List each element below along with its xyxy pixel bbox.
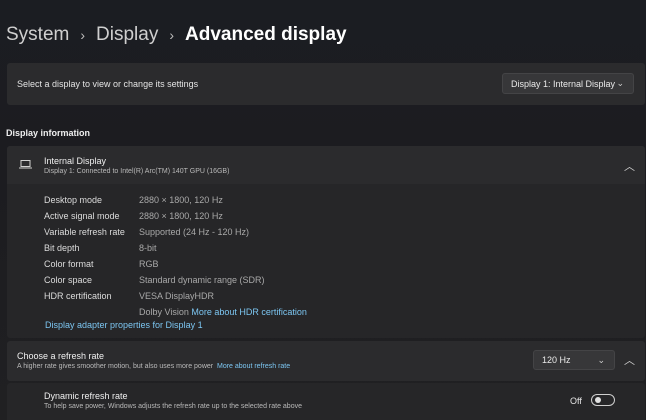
refresh-rate-card: Choose a refresh rate A higher rate give… bbox=[7, 341, 645, 381]
chevron-up-icon[interactable]: ︿ bbox=[624, 158, 635, 174]
display-dropdown-value: Display 1: Internal Display bbox=[511, 78, 616, 89]
property-label: Desktop mode bbox=[44, 195, 103, 205]
refresh-rate-dropdown[interactable]: 120 Hz ⌄ bbox=[533, 350, 615, 370]
refresh-rate-link[interactable]: More about refresh rate bbox=[217, 363, 290, 370]
display-connection: Display 1: Connected to Intel(R) Arc(TM)… bbox=[44, 168, 230, 175]
refresh-rate-title: Choose a refresh rate bbox=[17, 351, 105, 361]
window-control-maximize-icon[interactable]: ▫ bbox=[632, 0, 636, 5]
dynamic-refresh-description: To help save power, Windows adjusts the … bbox=[44, 403, 302, 410]
refresh-rate-description: A higher rate gives smoother motion, but… bbox=[17, 363, 290, 370]
dynamic-refresh-toggle[interactable] bbox=[591, 394, 615, 406]
window-control-minimize-icon[interactable]: – bbox=[610, 0, 616, 5]
dynamic-refresh-card: Dynamic refresh rate To help save power,… bbox=[7, 383, 645, 420]
property-label: Bit depth bbox=[44, 243, 80, 253]
display-selector-card: Select a display to view or change its s… bbox=[7, 63, 645, 105]
dynamic-refresh-title: Dynamic refresh rate bbox=[44, 391, 128, 401]
display-name: Internal Display bbox=[44, 156, 107, 166]
breadcrumb-display[interactable]: Display bbox=[96, 24, 158, 46]
breadcrumb: System › Display › Advanced display bbox=[6, 24, 347, 46]
display-information-header[interactable]: Internal Display Display 1: Connected to… bbox=[7, 146, 645, 184]
display-selector-label: Select a display to view or change its s… bbox=[17, 79, 199, 89]
property-value: Standard dynamic range (SDR) bbox=[139, 275, 265, 285]
toggle-knob bbox=[595, 397, 601, 403]
property-value: 2880 × 1800, 120 Hz bbox=[139, 211, 223, 221]
property-label: Color format bbox=[44, 259, 94, 269]
property-value: 2880 × 1800, 120 Hz bbox=[139, 195, 223, 205]
hdr-extra-text: Dolby Vision bbox=[139, 307, 189, 317]
display-information-card: Internal Display Display 1: Connected to… bbox=[7, 146, 645, 338]
chevron-down-icon: ⌄ bbox=[616, 78, 624, 88]
refresh-rate-dropdown-value: 120 Hz bbox=[542, 355, 571, 365]
hdr-certification-link[interactable]: More about HDR certification bbox=[191, 307, 307, 317]
section-title-display-information: Display information bbox=[6, 128, 91, 138]
property-value: 8-bit bbox=[139, 243, 157, 253]
property-value: Supported (24 Hz - 120 Hz) bbox=[139, 227, 250, 237]
breadcrumb-system[interactable]: System bbox=[6, 24, 69, 46]
chevron-down-icon: ⌄ bbox=[597, 354, 605, 365]
property-label: Active signal mode bbox=[44, 211, 120, 221]
property-label: Variable refresh rate bbox=[44, 227, 125, 237]
display-dropdown[interactable]: Display 1: Internal Display ⌄ bbox=[502, 73, 634, 94]
laptop-icon bbox=[19, 160, 32, 169]
dynamic-refresh-state: Off bbox=[570, 396, 582, 406]
property-label: Color space bbox=[44, 275, 93, 285]
chevron-right-icon: › bbox=[169, 27, 175, 43]
refresh-rate-description-text: A higher rate gives smoother motion, but… bbox=[17, 363, 214, 370]
property-label: HDR certification bbox=[44, 291, 112, 301]
chevron-right-icon: › bbox=[80, 27, 86, 43]
property-value: RGB bbox=[139, 259, 159, 269]
property-value: VESA DisplayHDR bbox=[139, 291, 215, 301]
page-title: Advanced display bbox=[185, 24, 347, 45]
chevron-up-icon[interactable]: ︿ bbox=[624, 352, 635, 368]
display-adapter-properties-link[interactable]: Display adapter properties for Display 1 bbox=[45, 320, 203, 330]
hdr-extra: Dolby Vision More about HDR certificatio… bbox=[139, 307, 307, 317]
